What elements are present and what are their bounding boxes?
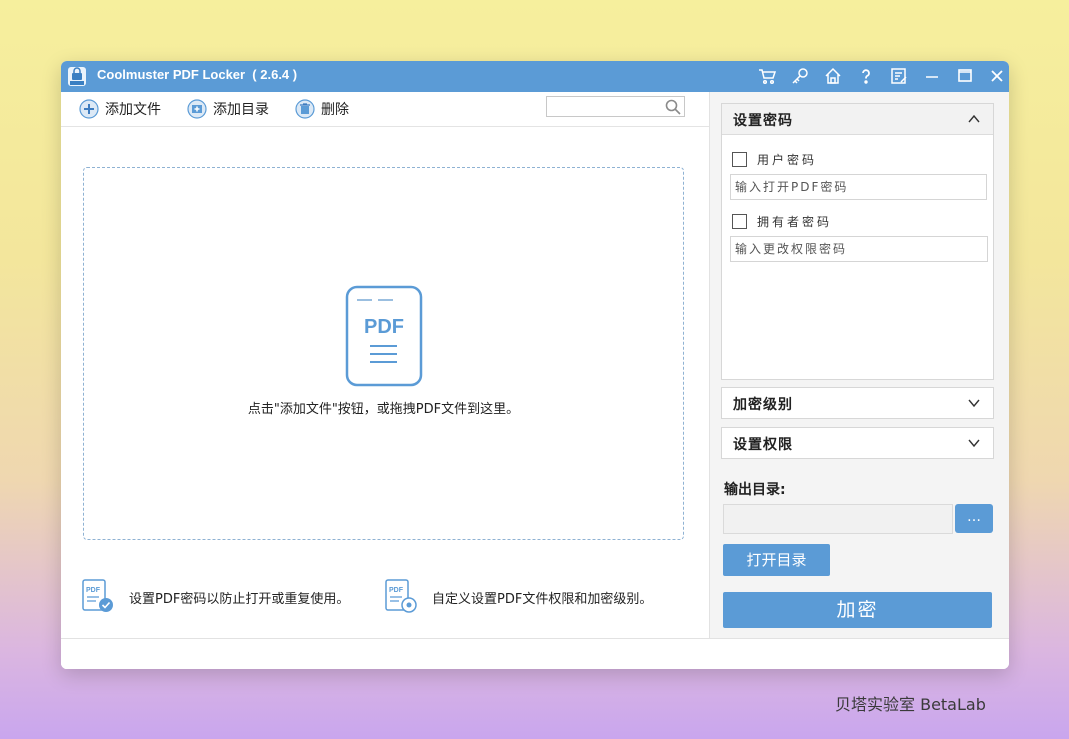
cart-icon[interactable] bbox=[757, 66, 777, 86]
set-password-panel: 设置密码 用户密码 拥有者密码 bbox=[721, 103, 994, 380]
drop-zone[interactable]: PDF 点击"添加文件"按钮，或拖拽PDF文件到这里。 bbox=[83, 167, 684, 540]
home-icon[interactable] bbox=[823, 66, 843, 86]
chevron-up-icon[interactable] bbox=[967, 112, 981, 126]
permissions-title: 设置权限 bbox=[733, 437, 793, 453]
output-folder-input[interactable] bbox=[723, 504, 953, 534]
user-password-option[interactable]: 用户密码 bbox=[732, 150, 817, 168]
add-file-icon bbox=[79, 99, 99, 119]
feature-password-text: 设置PDF密码以防止打开或重复使用。 bbox=[129, 591, 350, 607]
drop-hint: 点击"添加文件"按钮，或拖拽PDF文件到这里。 bbox=[247, 402, 520, 417]
delete-icon bbox=[295, 99, 315, 119]
add-file-label: 添加文件 bbox=[105, 102, 161, 118]
pdf-icon-label: PDF bbox=[364, 316, 404, 338]
maximize-icon[interactable] bbox=[955, 66, 975, 86]
set-password-header[interactable]: 设置密码 bbox=[722, 104, 993, 135]
chevron-down-icon[interactable] bbox=[967, 396, 981, 410]
pdf-lock-check-icon: PDF bbox=[82, 579, 113, 612]
feedback-icon[interactable] bbox=[889, 66, 909, 86]
key-icon[interactable] bbox=[790, 66, 810, 86]
window-title: Coolmuster PDF Locker ( 2.6.4 ) bbox=[97, 67, 298, 82]
minimize-icon[interactable] bbox=[922, 66, 942, 86]
user-password-checkbox[interactable] bbox=[732, 151, 747, 167]
watermark: 贝塔实验室 BetaLab bbox=[835, 695, 986, 714]
app-logo-icon bbox=[68, 67, 86, 86]
user-password-label: 用户密码 bbox=[757, 152, 818, 167]
search-icon[interactable] bbox=[664, 98, 682, 116]
encrypt-button[interactable]: 加密 bbox=[723, 592, 992, 628]
encryption-level-header[interactable]: 加密级别 bbox=[722, 388, 993, 418]
encryption-level-panel: 加密级别 bbox=[721, 387, 994, 419]
feature-permissions: PDF 自定义设置PDF文件权限和加密级别。 bbox=[384, 579, 652, 615]
search-input[interactable] bbox=[547, 98, 665, 118]
open-folder-button[interactable]: 打开目录 bbox=[723, 544, 830, 576]
owner-password-option[interactable]: 拥有者密码 bbox=[732, 212, 832, 230]
output-folder-label: 输出目录: bbox=[724, 482, 786, 498]
user-password-input[interactable] bbox=[730, 174, 987, 200]
add-folder-icon bbox=[187, 99, 207, 119]
set-password-title: 设置密码 bbox=[733, 113, 793, 129]
chevron-down-icon[interactable] bbox=[967, 436, 981, 450]
delete-button[interactable]: 删除 bbox=[295, 98, 349, 120]
browse-button[interactable]: … bbox=[955, 504, 993, 533]
settings-panel: 设置密码 用户密码 拥有者密码 加密级别 设置权限 bbox=[710, 92, 1009, 638]
help-icon[interactable] bbox=[856, 66, 876, 86]
search-box bbox=[546, 96, 685, 118]
owner-password-label: 拥有者密码 bbox=[757, 214, 833, 229]
feature-password: PDF 设置PDF密码以防止打开或重复使用。 bbox=[81, 579, 349, 615]
svg-text:PDF: PDF bbox=[389, 587, 404, 594]
svg-text:PDF: PDF bbox=[86, 587, 101, 594]
permissions-header[interactable]: 设置权限 bbox=[722, 428, 993, 458]
delete-label: 删除 bbox=[321, 102, 349, 118]
owner-password-input[interactable] bbox=[730, 236, 988, 262]
encryption-level-title: 加密级别 bbox=[733, 397, 793, 413]
close-icon[interactable] bbox=[987, 66, 1007, 86]
add-folder-label: 添加目录 bbox=[213, 102, 269, 118]
file-area: 添加文件 添加目录 删除 PDF 点击"添加文件"按钮，或拖拽PDF文件到这里。… bbox=[61, 92, 709, 669]
feature-permissions-text: 自定义设置PDF文件权限和加密级别。 bbox=[432, 591, 653, 607]
add-file-button[interactable]: 添加文件 bbox=[79, 98, 161, 120]
app-window: Coolmuster PDF Locker ( 2.6.4 ) 添加文件 添加目… bbox=[61, 61, 1009, 669]
permissions-panel: 设置权限 bbox=[721, 427, 994, 459]
add-folder-button[interactable]: 添加目录 bbox=[187, 98, 269, 120]
owner-password-checkbox[interactable] bbox=[732, 213, 747, 229]
pdf-settings-icon: PDF bbox=[385, 579, 417, 613]
toolbar: 添加文件 添加目录 删除 bbox=[61, 92, 709, 127]
status-bar bbox=[61, 638, 1009, 669]
title-bar: Coolmuster PDF Locker ( 2.6.4 ) bbox=[61, 61, 1009, 92]
